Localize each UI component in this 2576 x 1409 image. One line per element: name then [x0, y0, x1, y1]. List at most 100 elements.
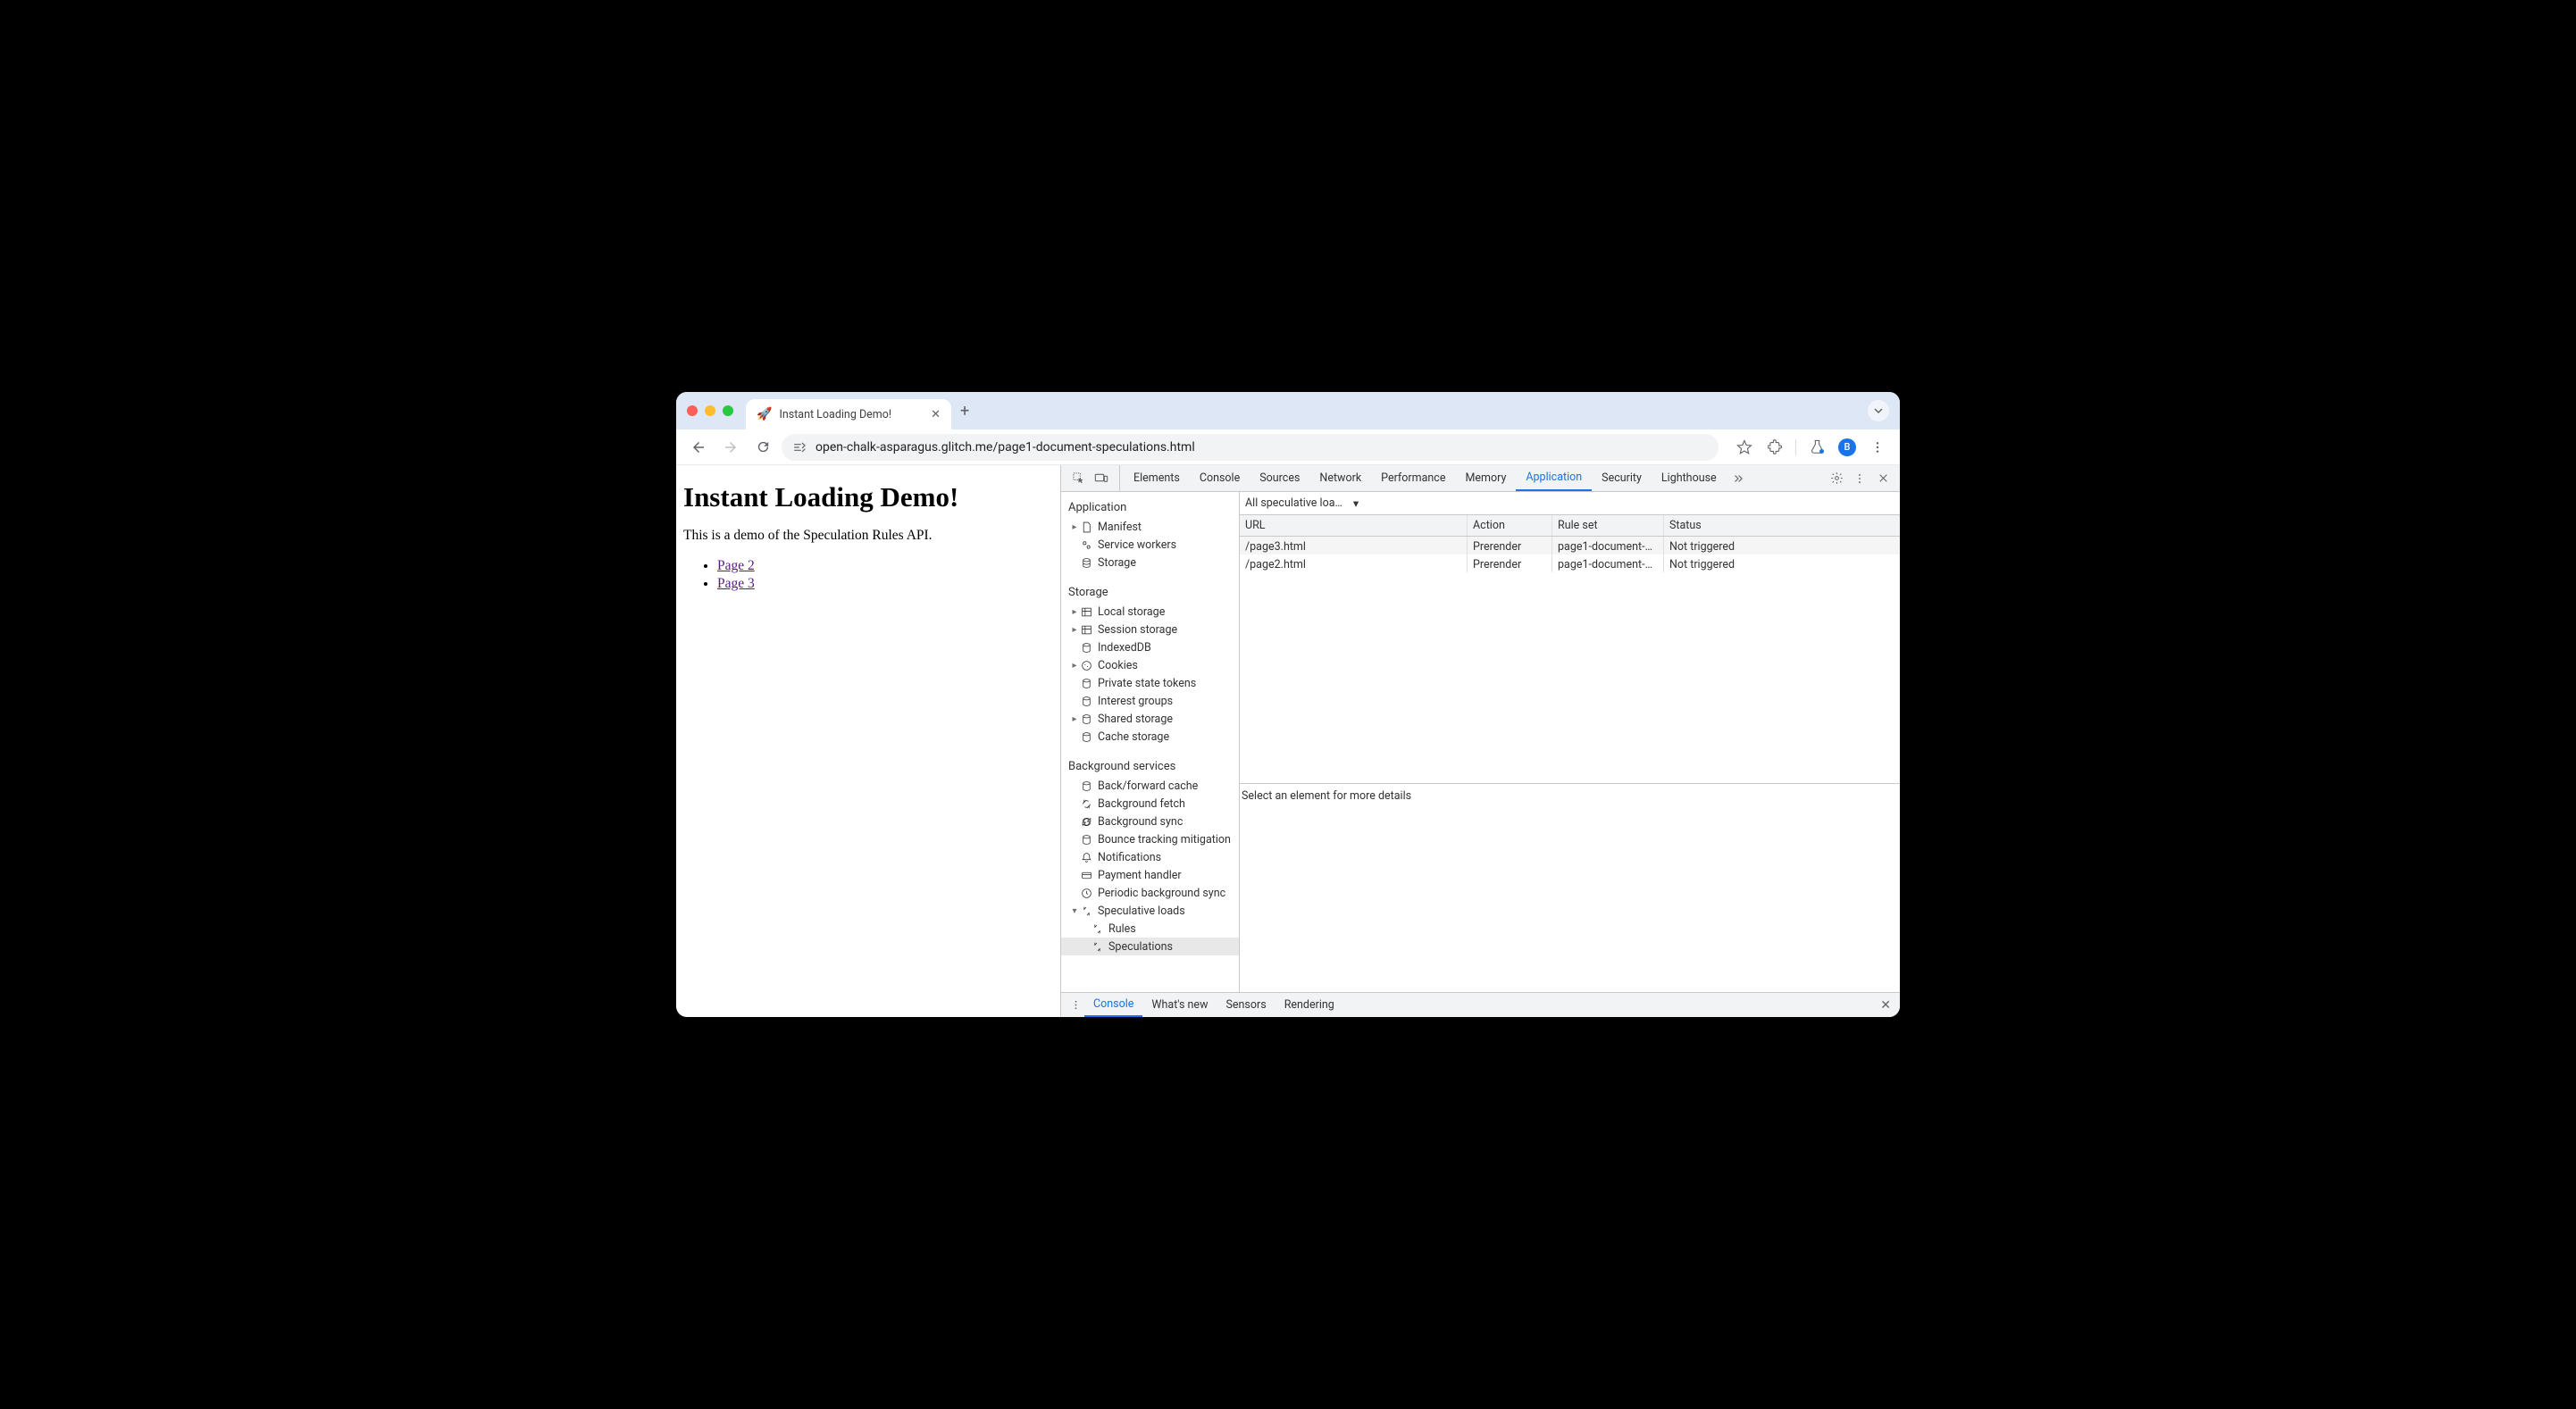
chrome-menu-icon[interactable]	[1864, 434, 1891, 461]
devtools-tab-elements[interactable]: Elements	[1124, 465, 1190, 491]
sidebar-item-shared-storage[interactable]: ▸Shared storage	[1061, 710, 1239, 728]
sidebar-item-manifest[interactable]: ▸Manifest	[1061, 518, 1239, 536]
sidebar-item-speculations[interactable]: Speculations	[1061, 938, 1239, 955]
sidebar-item-indexeddb[interactable]: IndexedDB	[1061, 638, 1239, 656]
devtools-tab-console[interactable]: Console	[1190, 465, 1250, 491]
page-link[interactable]: Page 2	[717, 558, 755, 573]
devtools-tab-lighthouse[interactable]: Lighthouse	[1652, 465, 1727, 491]
clock-icon	[1079, 888, 1093, 899]
drawer-tab-whatsnew[interactable]: What's new	[1142, 993, 1217, 1017]
new-tab-button[interactable]: +	[960, 402, 969, 421]
database-icon	[1079, 642, 1093, 654]
tab-title: Instant Loading Demo!	[779, 408, 891, 421]
sync-icon	[1090, 941, 1104, 953]
table-row[interactable]: /page3.html Prerender page1-document-… N…	[1240, 537, 1900, 554]
site-settings-icon[interactable]	[792, 440, 807, 454]
sidebar-item-private-state-tokens[interactable]: Private state tokens	[1061, 674, 1239, 692]
device-toggle-icon[interactable]	[1090, 465, 1113, 491]
table-row[interactable]: /page2.html Prerender page1-document-… N…	[1240, 554, 1900, 572]
devtools-tab-bar: Elements Console Sources Network Perform…	[1061, 465, 1900, 492]
devtools-drawer: Console What's new Sensors Rendering ✕	[1061, 992, 1900, 1017]
devtools-settings-icon[interactable]	[1825, 471, 1848, 485]
sync-icon	[1090, 923, 1104, 935]
chevron-down-icon: ▾	[1353, 496, 1359, 511]
sidebar-item-background-sync[interactable]: Background sync	[1061, 813, 1239, 830]
detail-panel: Select an element for more details	[1240, 783, 1900, 992]
database-icon	[1079, 731, 1093, 743]
tabs-overflow-icon[interactable]	[1727, 465, 1750, 491]
sidebar-heading-background: Background services	[1061, 756, 1239, 777]
page-link[interactable]: Page 3	[717, 576, 755, 591]
page-intro: This is a demo of the Speculation Rules …	[683, 528, 1053, 544]
sync-icon	[1079, 816, 1093, 828]
page-heading: Instant Loading Demo!	[683, 481, 1053, 513]
sidebar-item-payment-handler[interactable]: Payment handler	[1061, 866, 1239, 884]
content-area: Instant Loading Demo! This is a demo of …	[676, 465, 1900, 1017]
database-icon	[1079, 696, 1093, 707]
labs-icon[interactable]	[1803, 434, 1830, 461]
th-status[interactable]: Status	[1664, 515, 1900, 536]
sidebar-heading-application: Application	[1061, 497, 1239, 518]
window-zoom-button[interactable]	[723, 405, 733, 416]
devtools-tab-sources[interactable]: Sources	[1250, 465, 1309, 491]
sync-icon	[1079, 798, 1093, 810]
sidebar-item-cookies[interactable]: ▸Cookies	[1061, 656, 1239, 674]
speculations-panel: All speculative loa… ▾ URL Action Rule s…	[1240, 492, 1900, 992]
sidebar-item-bfcache[interactable]: Back/forward cache	[1061, 777, 1239, 795]
tab-favicon-icon: 🚀	[757, 407, 772, 421]
bookmark-star-icon[interactable]	[1731, 434, 1758, 461]
sidebar-item-speculative-loads[interactable]: ▾Speculative loads	[1061, 902, 1239, 920]
sidebar-item-cache-storage[interactable]: Cache storage	[1061, 728, 1239, 746]
database-icon	[1079, 557, 1093, 569]
sidebar-item-session-storage[interactable]: ▸Session storage	[1061, 621, 1239, 638]
devtools-tab-security[interactable]: Security	[1592, 465, 1652, 491]
devtools-tab-application[interactable]: Application	[1516, 465, 1592, 491]
sidebar-item-interest-groups[interactable]: Interest groups	[1061, 692, 1239, 710]
tab-bar: 🚀 Instant Loading Demo! ✕ +	[676, 392, 1900, 429]
filter-dropdown[interactable]: All speculative loa… ▾	[1245, 496, 1359, 511]
application-sidebar: Application ▸Manifest Service workers St…	[1061, 492, 1240, 992]
sidebar-item-rules[interactable]: Rules	[1061, 920, 1239, 938]
sidebar-item-periodic-sync[interactable]: Periodic background sync	[1061, 884, 1239, 902]
card-icon	[1079, 870, 1093, 881]
sidebar-item-local-storage[interactable]: ▸Local storage	[1061, 603, 1239, 621]
database-icon	[1079, 834, 1093, 846]
window-close-button[interactable]	[687, 405, 698, 416]
drawer-menu-icon[interactable]	[1066, 999, 1084, 1011]
back-button[interactable]	[685, 434, 712, 461]
devtools-close-icon[interactable]	[1871, 472, 1894, 484]
profile-avatar[interactable]: B	[1834, 434, 1861, 461]
sidebar-item-notifications[interactable]: Notifications	[1061, 848, 1239, 866]
tab-overflow-button[interactable]	[1868, 400, 1889, 421]
sidebar-item-background-fetch[interactable]: Background fetch	[1061, 795, 1239, 813]
sidebar-item-service-workers[interactable]: Service workers	[1061, 536, 1239, 554]
devtools-tab-memory[interactable]: Memory	[1455, 465, 1516, 491]
devtools-menu-icon[interactable]	[1848, 472, 1871, 485]
drawer-tab-sensors[interactable]: Sensors	[1217, 993, 1275, 1017]
page-link-list: Page 2 Page 3	[683, 558, 1053, 592]
bell-icon	[1079, 852, 1093, 863]
browser-tab[interactable]: 🚀 Instant Loading Demo! ✕	[746, 399, 951, 429]
file-icon	[1079, 521, 1093, 533]
reload-button[interactable]	[749, 434, 776, 461]
inspect-element-icon[interactable]	[1066, 465, 1090, 491]
devtools-tab-network[interactable]: Network	[1309, 465, 1371, 491]
cookie-icon	[1079, 660, 1093, 671]
drawer-tab-console[interactable]: Console	[1084, 993, 1142, 1017]
gears-icon	[1079, 539, 1093, 551]
tab-close-icon[interactable]: ✕	[931, 408, 941, 421]
sidebar-item-bounce-tracking[interactable]: Bounce tracking mitigation	[1061, 830, 1239, 848]
table-icon	[1079, 624, 1093, 636]
extensions-icon[interactable]	[1761, 434, 1788, 461]
window-minimize-button[interactable]	[705, 405, 715, 416]
drawer-tab-rendering[interactable]: Rendering	[1275, 993, 1343, 1017]
drawer-close-icon[interactable]: ✕	[1877, 998, 1894, 1013]
traffic-lights	[687, 405, 733, 416]
th-url[interactable]: URL	[1240, 515, 1468, 536]
forward-button[interactable]	[717, 434, 744, 461]
th-action[interactable]: Action	[1468, 515, 1552, 536]
sidebar-item-storage[interactable]: Storage	[1061, 554, 1239, 571]
address-bar[interactable]: open-chalk-asparagus.glitch.me/page1-doc…	[782, 434, 1719, 461]
devtools-tab-performance[interactable]: Performance	[1371, 465, 1455, 491]
th-ruleset[interactable]: Rule set	[1552, 515, 1664, 536]
